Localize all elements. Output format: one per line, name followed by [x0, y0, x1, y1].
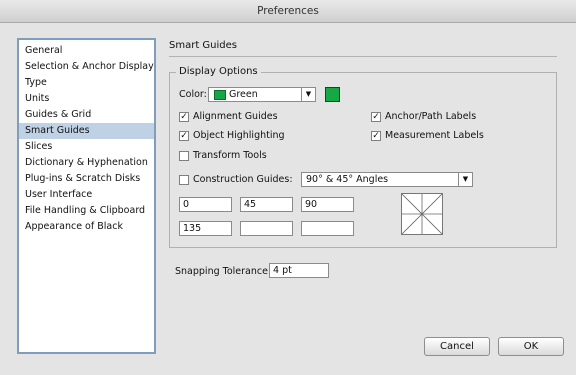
measurement-labels-label: Measurement Labels: [385, 130, 484, 141]
snapping-tolerance-label: Snapping Tolerance:: [175, 266, 272, 277]
color-select[interactable]: Green ▼: [208, 87, 316, 102]
angle-field-5[interactable]: [240, 221, 293, 236]
snapping-tolerance-field[interactable]: 4 pt: [269, 263, 329, 278]
sidebar-item-selection-anchor-display[interactable]: Selection & Anchor Display: [19, 59, 154, 75]
sidebar-item-type[interactable]: Type: [19, 75, 154, 91]
angle-field-3[interactable]: 90: [301, 197, 354, 212]
sidebar-item-units[interactable]: Units: [19, 91, 154, 107]
sidebar-item-appearance-of-black[interactable]: Appearance of Black: [19, 219, 154, 235]
transform-tools-label: Transform Tools: [193, 150, 267, 161]
color-swatch-icon: [214, 90, 226, 100]
chevron-down-icon: ▼: [458, 173, 472, 186]
color-preview-swatch[interactable]: [325, 87, 340, 102]
construction-guides-label: Construction Guides:: [193, 174, 293, 185]
angle-field-1[interactable]: 0: [179, 197, 232, 212]
panel-title: Smart Guides: [169, 40, 238, 51]
chevron-down-icon: ▼: [301, 88, 315, 101]
angle-field-4[interactable]: 135: [179, 221, 232, 236]
preferences-window: Preferences General Selection & Anchor D…: [0, 0, 576, 375]
construction-guides-select[interactable]: 90° & 45° Angles ▼: [301, 172, 473, 187]
object-highlighting-label: Object Highlighting: [193, 130, 285, 141]
window-title: Preferences: [0, 0, 576, 23]
alignment-guides-checkbox[interactable]: ✓: [179, 112, 189, 122]
sidebar-item-plugins-scratch-disks[interactable]: Plug-ins & Scratch Disks: [19, 171, 154, 187]
preferences-sidebar: General Selection & Anchor Display Type …: [17, 38, 156, 354]
display-options-legend: Display Options: [176, 66, 261, 77]
cancel-button[interactable]: Cancel: [424, 337, 490, 356]
angle-preview-icon: [401, 193, 443, 235]
measurement-labels-checkbox[interactable]: ✓: [371, 131, 381, 141]
ok-button[interactable]: OK: [498, 337, 564, 356]
sidebar-item-smart-guides[interactable]: Smart Guides: [19, 123, 154, 139]
title-divider: [169, 56, 557, 57]
color-select-value: Green: [229, 89, 258, 100]
sidebar-item-general[interactable]: General: [19, 43, 154, 59]
sidebar-item-slices[interactable]: Slices: [19, 139, 154, 155]
color-label: Color:: [179, 89, 207, 100]
alignment-guides-label: Alignment Guides: [193, 111, 278, 122]
angle-field-6[interactable]: [301, 221, 354, 236]
anchor-path-labels-checkbox[interactable]: ✓: [371, 112, 381, 122]
construction-guides-select-value: 90° & 45° Angles: [306, 174, 389, 185]
sidebar-item-user-interface[interactable]: User Interface: [19, 187, 154, 203]
sidebar-item-dictionary-hyphenation[interactable]: Dictionary & Hyphenation: [19, 155, 154, 171]
sidebar-item-guides-grid[interactable]: Guides & Grid: [19, 107, 154, 123]
construction-guides-checkbox[interactable]: [179, 175, 189, 185]
object-highlighting-checkbox[interactable]: ✓: [179, 131, 189, 141]
sidebar-item-file-handling-clipboard[interactable]: File Handling & Clipboard: [19, 203, 154, 219]
transform-tools-checkbox[interactable]: [179, 151, 189, 161]
anchor-path-labels-label: Anchor/Path Labels: [385, 111, 477, 122]
angle-field-2[interactable]: 45: [240, 197, 293, 212]
